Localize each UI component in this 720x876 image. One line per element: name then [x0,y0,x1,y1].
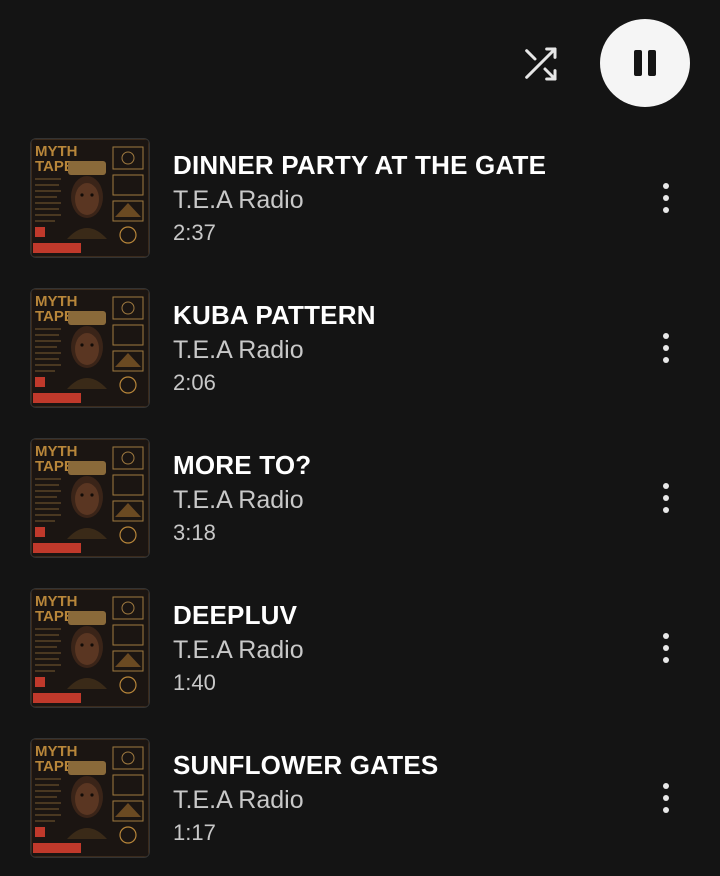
more-options-button[interactable] [646,774,686,822]
track-info: DINNER PARTY AT THE GATE T.E.A Radio 2:3… [173,148,633,249]
more-vert-icon [663,783,669,789]
more-options-button[interactable] [646,174,686,222]
track-title: DEEPLUV [173,600,298,630]
track-duration: 1:40 [173,670,216,695]
playlist-screen: MYTH TAPES DINNER PARTY AT THE GATE T.E.… [0,0,720,876]
album-cover: MYTH TAPES [30,288,150,408]
more-vert-icon [663,357,669,363]
track-duration: 1:17 [173,820,216,845]
more-vert-icon [663,183,669,189]
more-vert-icon [663,633,669,639]
more-vert-icon [663,195,669,201]
album-cover: MYTH TAPES [30,438,150,558]
more-vert-icon [663,345,669,351]
track-row[interactable]: MYTH TAPES [0,278,720,428]
more-vert-icon [663,795,669,801]
track-artist: T.E.A Radio [173,336,304,364]
player-controls [0,0,720,120]
more-options-button[interactable] [646,324,686,372]
track-duration: 2:37 [173,220,216,245]
track-title: SUNFLOWER GATES [173,750,439,780]
more-vert-icon [663,207,669,213]
shuffle-icon [525,47,557,81]
track-title: MORE TO? [173,450,312,480]
track-info: MORE TO? T.E.A Radio 3:18 [173,448,633,549]
more-vert-icon [663,657,669,663]
more-options-button[interactable] [646,474,686,522]
more-options-button[interactable] [646,624,686,672]
track-row[interactable]: MYTH TAPES [0,578,720,728]
track-artist: T.E.A Radio [173,786,304,814]
more-vert-icon [663,507,669,513]
album-cover: MYTH TAPES [30,138,150,258]
track-artist: T.E.A Radio [173,486,304,514]
track-info: DEEPLUV T.E.A Radio 1:40 [173,598,633,699]
track-info: KUBA PATTERN T.E.A Radio 2:06 [173,298,633,399]
more-vert-icon [663,645,669,651]
track-duration: 3:18 [173,520,216,545]
pause-icon [634,50,656,76]
more-vert-icon [663,495,669,501]
track-list: MYTH TAPES DINNER PARTY AT THE GATE T.E.… [0,128,720,876]
more-vert-icon [663,483,669,489]
pause-button[interactable] [600,19,690,107]
album-cover: MYTH TAPES [30,588,150,708]
track-duration: 2:06 [173,370,216,395]
album-cover: MYTH TAPES [30,738,150,858]
track-row[interactable]: MYTH TAPES [0,428,720,578]
track-title: KUBA PATTERN [173,300,376,330]
track-row[interactable]: MYTH TAPES [0,128,720,278]
track-row[interactable]: MYTH TAPES [0,728,720,876]
track-title: DINNER PARTY AT THE GATE [173,150,547,180]
shuffle-button[interactable] [516,40,564,88]
track-artist: T.E.A Radio [173,186,304,214]
more-vert-icon [663,807,669,813]
track-info: SUNFLOWER GATES T.E.A Radio 1:17 [173,748,633,849]
more-vert-icon [663,333,669,339]
track-artist: T.E.A Radio [173,636,304,664]
